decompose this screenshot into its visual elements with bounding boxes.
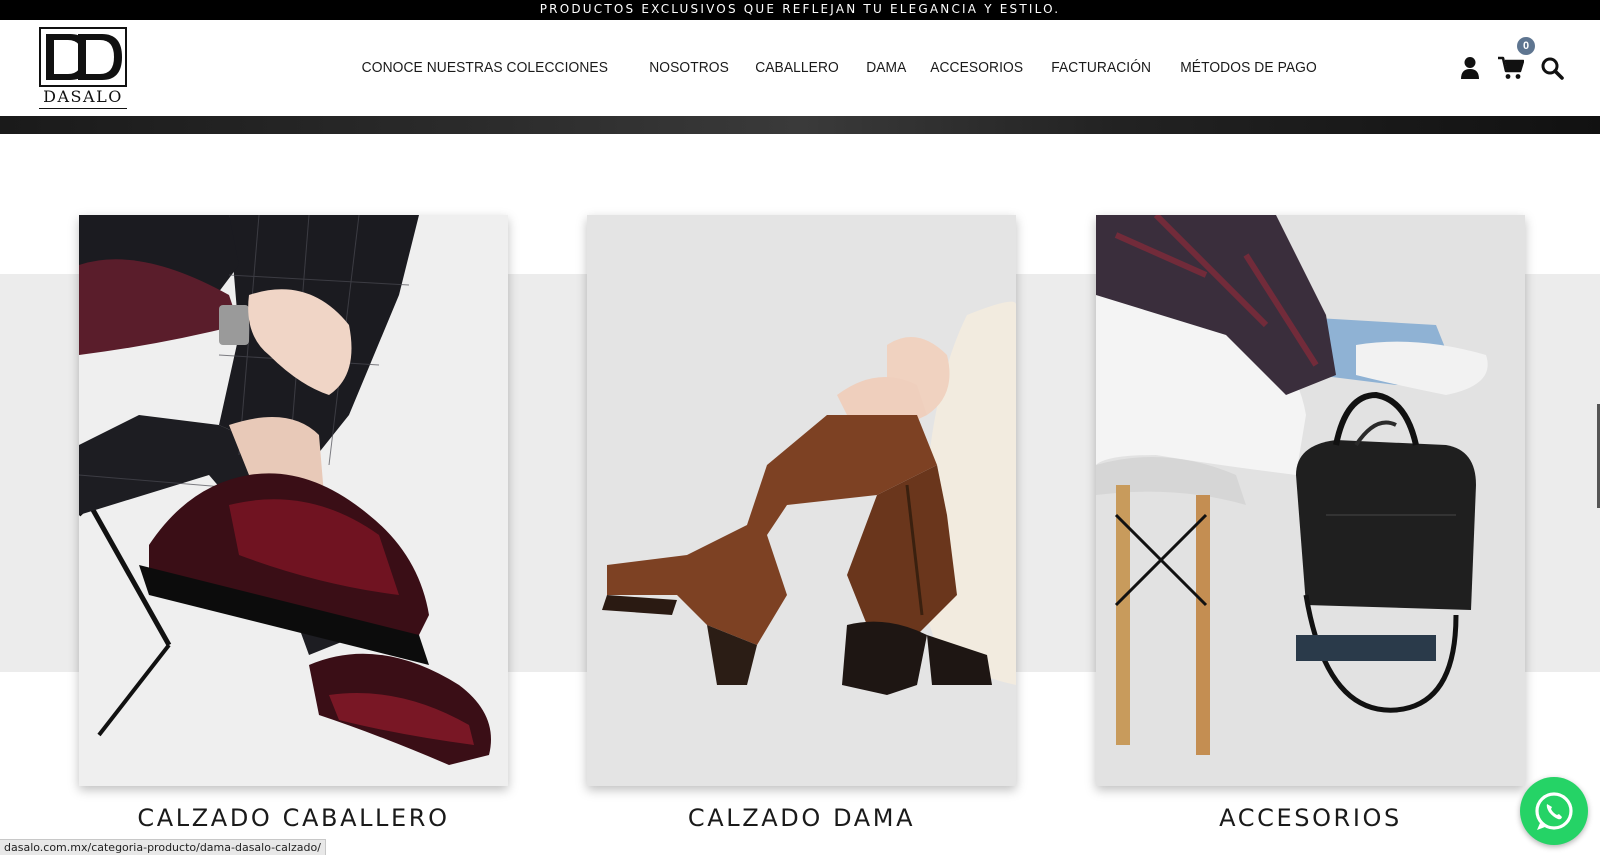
user-icon[interactable]: [1460, 56, 1480, 85]
header-icons: 0: [1460, 37, 1570, 86]
category-card-calzado-dama[interactable]: [587, 215, 1016, 786]
brand-logo[interactable]: DASALO: [38, 26, 128, 110]
men-loafers-photo: [79, 215, 508, 786]
nav-accesorios[interactable]: ACCESORIOS: [921, 56, 1032, 80]
category-card-accesorios[interactable]: [1096, 215, 1525, 786]
site-header: DASALO CONOCE NUESTRAS COLECCIONES NOSOT…: [0, 20, 1600, 116]
category-title-accesorios[interactable]: ACCESORIOS: [1096, 804, 1525, 832]
nav-facturacion[interactable]: FACTURACIÓN: [1042, 56, 1160, 80]
nav-metodos-de-pago[interactable]: MÉTODOS DE PAGO: [1171, 56, 1326, 80]
status-bar-url: dasalo.com.mx/categoria-producto/dama-da…: [0, 839, 326, 855]
logo-mark-icon: [39, 27, 127, 87]
women-boots-photo: [587, 215, 1016, 786]
category-title-calzado-dama[interactable]: CALZADO DAMA: [587, 804, 1016, 832]
nav-conoce-colecciones[interactable]: CONOCE NUESTRAS COLECCIONES: [358, 56, 617, 80]
nav-nosotros[interactable]: NOSOTROS: [640, 56, 738, 80]
announcement-bar: PRODUCTOS EXCLUSIVOS QUE REFLEJAN TU ELE…: [0, 0, 1600, 20]
category-title-calzado-caballero[interactable]: CALZADO CABALLERO: [79, 804, 508, 832]
cart-count-badge: 0: [1517, 37, 1535, 55]
cart-icon[interactable]: [1498, 56, 1525, 85]
main-nav: CONOCE NUESTRAS COLECCIONES NOSOTROS CAB…: [358, 56, 1339, 80]
hero-banner-edge: [0, 116, 1600, 134]
whatsapp-icon: [1535, 792, 1573, 830]
logo-text: DASALO: [43, 87, 123, 106]
category-card-calzado-caballero[interactable]: [79, 215, 508, 786]
black-duffel-bag-photo: [1096, 215, 1525, 786]
nav-caballero[interactable]: CABALLERO: [746, 56, 848, 80]
logo-underline: [39, 108, 127, 109]
search-icon[interactable]: [1540, 56, 1564, 85]
whatsapp-button[interactable]: [1520, 777, 1588, 845]
nav-dama[interactable]: DAMA: [857, 56, 916, 80]
